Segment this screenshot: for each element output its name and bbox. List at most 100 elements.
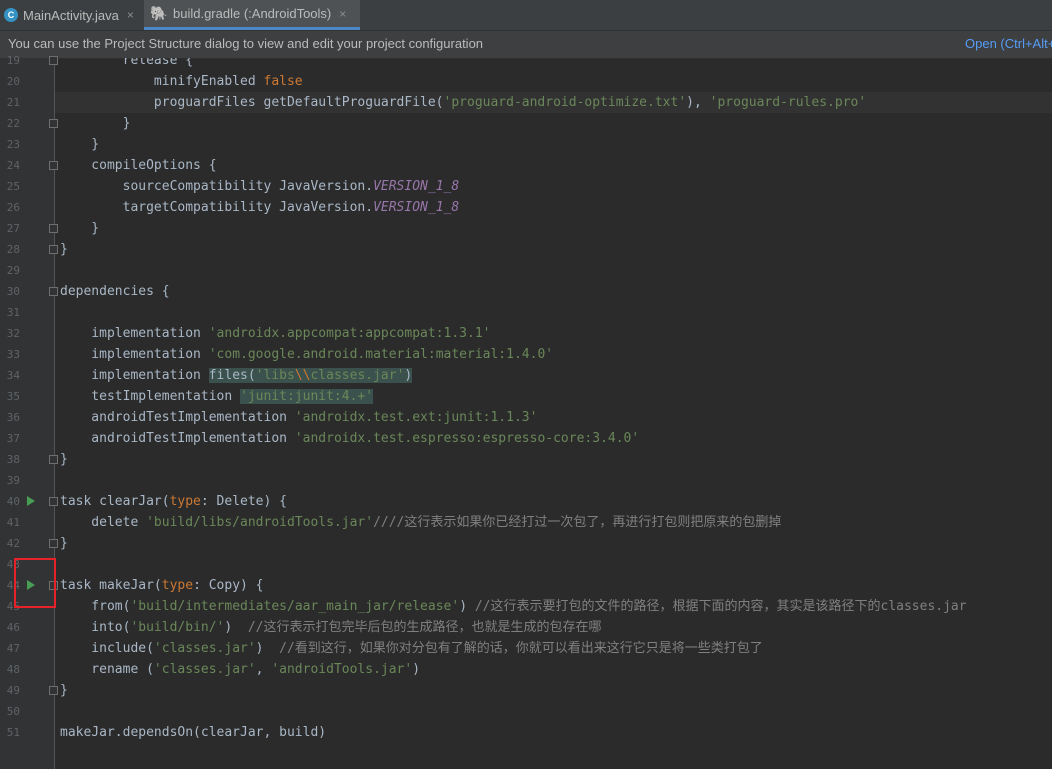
tab-label: build.gradle (:AndroidTools) [173,6,332,21]
code-token: } [60,242,68,257]
line-number: 31 [6,306,20,319]
code-token: 'classes.jar' [153,662,256,677]
code-line[interactable]: from('build/intermediates/aar_main_jar/r… [55,596,1052,617]
code-line[interactable]: } [55,533,1052,554]
code-line[interactable]: dependencies { [55,281,1052,302]
project-structure-notice: You can use the Project Structure dialog… [0,31,1052,59]
open-project-structure-link[interactable]: Open (Ctrl+Alt+ [965,36,1052,51]
code-token: implementation [60,326,209,341]
code-text: } [60,239,68,260]
code-token: sourceCompatibility JavaVersion. [60,179,374,194]
code-token: 'androidx.appcompat:appcompat:1.3.1' [208,326,491,341]
code-line[interactable] [55,701,1052,722]
line-number: 50 [6,705,20,718]
code-token: makeJar.dependsOn(clearJar, build) [60,725,327,740]
code-line[interactable]: proguardFiles getDefaultProguardFile('pr… [55,92,1052,113]
code-line[interactable]: compileOptions { [55,155,1052,176]
code-token: 'build/bin/' [130,620,225,635]
code-token: 'build/intermediates/aar_main_jar/releas… [130,599,460,614]
code-line[interactable]: } [55,449,1052,470]
code-line[interactable]: task makeJar(type: Copy) { [55,575,1052,596]
code-line[interactable]: androidTestImplementation 'androidx.test… [55,428,1052,449]
code-token: 'build/libs/androidTools.jar' [146,515,374,530]
close-icon[interactable]: × [127,8,134,22]
line-number: 39 [6,474,20,487]
line-number: 42 [6,537,20,550]
run-task-icon[interactable] [27,496,35,506]
code-line[interactable]: } [55,113,1052,134]
line-number: 47 [6,642,20,655]
code-line[interactable]: implementation 'androidx.appcompat:appco… [55,323,1052,344]
run-button-highlight-box [14,558,56,608]
line-number: 30 [6,285,20,298]
code-line[interactable]: delete 'build/libs/androidTools.jar'////… [55,512,1052,533]
code-line[interactable]: targetCompatibility JavaVersion.VERSION_… [55,197,1052,218]
code-line[interactable] [55,260,1052,281]
line-number: 38 [6,453,20,466]
line-number: 34 [6,369,20,382]
code-text: } [60,533,68,554]
code-line[interactable]: minifyEnabled false [55,71,1052,92]
code-text: implementation 'androidx.appcompat:appco… [60,323,490,344]
notice-text: You can use the Project Structure dialog… [8,36,484,51]
code-line[interactable]: } [55,218,1052,239]
line-number: 37 [6,432,20,445]
code-token: task clearJar( [60,494,170,509]
line-number: 46 [6,621,20,634]
code-text: proguardFiles getDefaultProguardFile('pr… [60,92,866,113]
code-line[interactable]: } [55,134,1052,155]
line-number: 20 [6,75,20,88]
code-text: targetCompatibility JavaVersion.VERSION_… [60,197,460,218]
code-token: false [263,74,303,89]
line-number: 33 [6,348,20,361]
editor-gutter: 19 20 21 22 23 24 25 26 27 28 29 30 31 32 33 34 35 36 37 38… [0,54,58,769]
code-token: 'com.google.android.material:material:1.… [208,347,554,362]
line-number: 24 [6,159,20,172]
tab-build-gradle[interactable]: 🐘 build.gradle (:AndroidTools) × [144,0,360,30]
code-line[interactable]: into('build/bin/') //这行表示打包完毕后包的生成路径，也就是… [55,617,1052,638]
code-line[interactable]: androidTestImplementation 'androidx.test… [55,407,1052,428]
code-token: 'androidx.test.espresso:espresso-core:3.… [294,431,640,446]
code-line[interactable] [55,554,1052,575]
code-text: androidTestImplementation 'androidx.test… [60,428,639,449]
code-text: } [60,113,131,134]
code-line[interactable]: } [55,239,1052,260]
code-line[interactable]: makeJar.dependsOn(clearJar, build) [55,722,1052,743]
line-number: 19 [6,54,20,67]
code-line[interactable] [55,470,1052,491]
code-line[interactable]: release { [55,58,1052,71]
line-number: 35 [6,390,20,403]
line-number: 36 [6,411,20,424]
code-line[interactable]: } [55,680,1052,701]
code-token: rename ( [60,662,154,677]
code-line[interactable]: testImplementation 'junit:junit:4.+' [55,386,1052,407]
code-editor[interactable]: release { minifyEnabled false proguardFi… [55,58,1052,769]
code-token: } [60,221,100,236]
code-token: } [60,683,68,698]
code-token: 'androidTools.jar' [271,662,413,677]
code-text: implementation 'com.google.android.mater… [60,344,553,365]
code-token: VERSION_1_8 [373,179,460,194]
tab-main-activity[interactable]: C MainActivity.java × [4,0,142,30]
line-number: 26 [6,201,20,214]
close-icon[interactable]: × [339,7,346,21]
code-token: androidTestImplementation [60,410,295,425]
gradle-icon: 🐘 [150,5,168,21]
code-token: type [169,494,201,509]
code-line[interactable]: rename ('classes.jar', 'androidTools.jar… [55,659,1052,680]
java-class-icon: C [4,8,18,22]
code-line[interactable] [55,302,1052,323]
code-text: from('build/intermediates/aar_main_jar/r… [60,596,966,617]
line-number: 48 [6,663,20,676]
code-line[interactable]: task clearJar(type: Delete) { [55,491,1052,512]
code-line[interactable]: sourceCompatibility JavaVersion.VERSION_… [55,176,1052,197]
code-token: 'libs [255,368,295,383]
code-token: delete [60,515,147,530]
code-token: 'junit:junit:4.+' [240,389,374,404]
code-token: \\ [294,368,311,383]
code-token: dependencies { [60,284,170,299]
code-line[interactable]: include('classes.jar') //看到这行，如果你对分包有了解的… [55,638,1052,659]
code-line[interactable]: implementation files('libs\\classes.jar'… [55,365,1052,386]
code-line[interactable]: implementation 'com.google.android.mater… [55,344,1052,365]
code-token: } [60,137,100,152]
